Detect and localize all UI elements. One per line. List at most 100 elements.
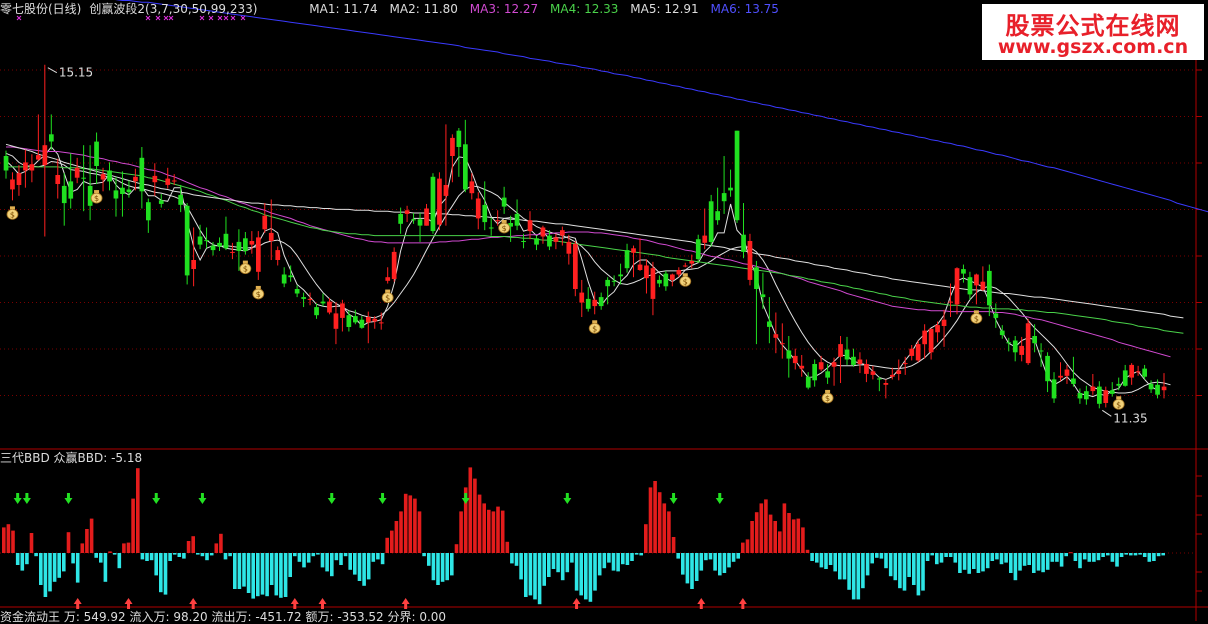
- bbd-bar: [888, 553, 893, 577]
- bbd-bar: [935, 553, 939, 565]
- bbd-bar: [990, 553, 995, 561]
- bbd-bar: [731, 553, 736, 562]
- bbd-bar: [1087, 553, 1092, 562]
- top-mark-icon: [199, 15, 205, 21]
- bbd-bar: [413, 498, 417, 553]
- candle-body: [773, 334, 779, 338]
- candle-body: [637, 264, 643, 270]
- bbd-bar: [597, 553, 602, 576]
- bbd-bar: [62, 553, 66, 572]
- ma3-label: MA3: 12.27: [469, 2, 539, 16]
- bbd-bar: [921, 553, 925, 591]
- bbd-bar: [75, 553, 80, 583]
- bbd-bar: [764, 499, 768, 553]
- bbd-bar: [94, 553, 98, 558]
- bbd-bar: [856, 553, 861, 600]
- candle-body: [1051, 379, 1057, 399]
- candle-body: [999, 330, 1005, 336]
- bbd-bar: [1156, 553, 1161, 557]
- bbd-bar: [112, 553, 117, 555]
- bbd-bar: [967, 553, 971, 574]
- bbd-bar: [1115, 553, 1119, 567]
- bbd-bar: [907, 553, 911, 577]
- candle-body: [974, 274, 979, 286]
- candle-body: [61, 185, 67, 204]
- bbd-bar: [251, 553, 255, 599]
- candle-body: [708, 201, 714, 242]
- bbd-bar: [741, 542, 745, 553]
- bbd-bar: [85, 529, 89, 553]
- candle-body: [1090, 386, 1096, 392]
- bbd-bar: [958, 553, 962, 573]
- bbd-bar: [1045, 553, 1050, 570]
- bbd-bar: [209, 553, 214, 556]
- candle-body: [611, 280, 617, 282]
- bbd-bar: [454, 544, 459, 553]
- candle-body: [146, 202, 151, 221]
- bbd-bar: [681, 553, 685, 575]
- buy-arrow-icon: [13, 493, 22, 504]
- price-panel-header: 零七股份(日线) 创赢波段2(3,7,30,50,99,233) MA1: 11.…: [0, 2, 787, 16]
- bbd-bar: [708, 553, 713, 560]
- bbd-bar: [791, 519, 796, 553]
- candle-body: [909, 348, 915, 356]
- candle-body: [760, 294, 766, 298]
- bbd-bar: [722, 553, 727, 573]
- stock-title: 零七股份(日线): [0, 2, 82, 16]
- candle-body: [631, 248, 636, 253]
- candle-body: [42, 145, 48, 166]
- bbd-bar: [330, 553, 334, 577]
- top-mark-icon: [240, 15, 246, 21]
- candle-body: [184, 205, 190, 276]
- bbd-bar: [1096, 553, 1101, 561]
- candle-body: [1058, 375, 1063, 378]
- bbd-bar: [713, 553, 717, 571]
- bbd-bar: [293, 553, 297, 557]
- candle-body: [728, 187, 733, 191]
- money-bag-icon: [973, 310, 979, 314]
- bbd-bar: [380, 553, 385, 565]
- stock-chart[interactable]: 15.15 11.35 $ $ $ $ $ $ $ $ $ $ $: [0, 0, 1208, 621]
- candle-body: [560, 230, 565, 236]
- candle-body: [178, 194, 183, 205]
- bbd-bar: [533, 553, 537, 600]
- bbd-bar: [163, 553, 168, 595]
- candle-body: [262, 215, 268, 230]
- bbd-bar: [718, 553, 722, 576]
- bbd-bar: [371, 553, 376, 562]
- candle-body: [68, 181, 74, 199]
- bbd-bar: [196, 553, 200, 555]
- candle-body: [74, 167, 80, 178]
- candle-body: [670, 274, 675, 280]
- bbd-bar: [182, 553, 186, 559]
- candle-body: [695, 239, 701, 260]
- bbd-bar: [667, 511, 671, 553]
- money-bag-icon: [825, 389, 831, 393]
- bbd-bar: [39, 553, 43, 585]
- bbd-bar: [339, 553, 343, 565]
- ma1-label: MA1: 11.74: [309, 2, 378, 16]
- candle-body: [1142, 368, 1147, 377]
- candle-body: [294, 289, 300, 294]
- candle-body: [1006, 342, 1012, 344]
- candle-body: [307, 298, 313, 300]
- candle-body: [100, 174, 106, 180]
- bbd-bar: [1119, 553, 1124, 557]
- bbd-bar: [1138, 553, 1142, 555]
- bbd-bar: [630, 553, 634, 561]
- bbd-bar: [1133, 553, 1138, 556]
- top-mark-icon: [163, 15, 169, 21]
- candle-body: [689, 260, 695, 264]
- bbd-bar: [71, 553, 75, 564]
- bbd-bar: [773, 521, 777, 553]
- candle-body: [29, 164, 35, 171]
- buy-arrow-icon: [198, 493, 207, 504]
- bbd-bar: [754, 512, 759, 553]
- candle-body: [359, 319, 365, 328]
- bbd-bar: [103, 553, 108, 582]
- candle-body: [767, 321, 772, 327]
- bbd-bar: [468, 467, 473, 553]
- bbd-bar: [473, 478, 477, 553]
- bbd-bar: [390, 530, 394, 553]
- bbd-bar: [736, 553, 740, 559]
